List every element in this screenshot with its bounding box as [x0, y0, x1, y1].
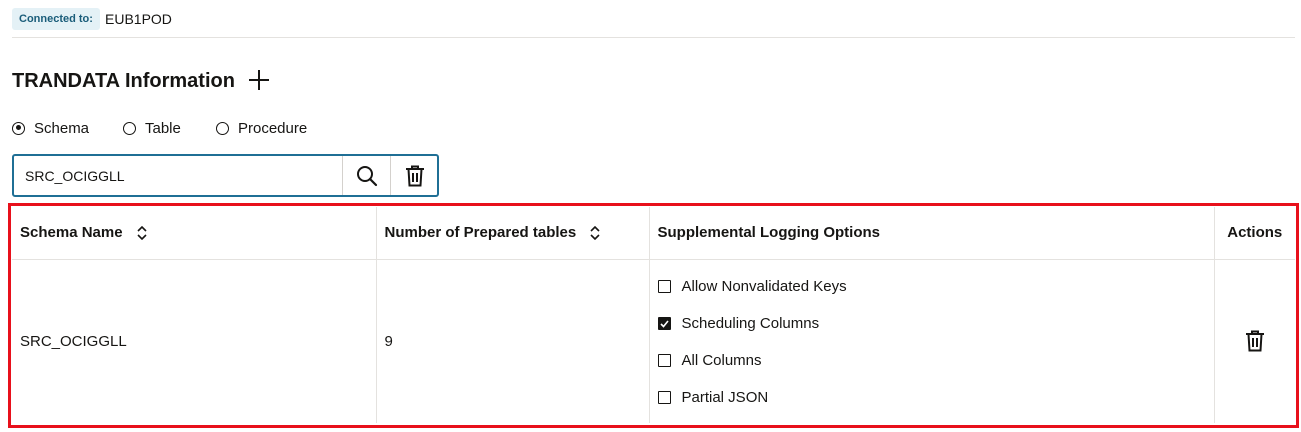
radio-unchecked-icon [123, 121, 136, 135]
radio-label: Schema [34, 119, 90, 137]
connection-value: EUB1POD [105, 11, 172, 27]
connection-label: Connected to: [12, 8, 100, 30]
radio-unchecked-icon [216, 121, 229, 135]
radio-table[interactable]: Table [123, 118, 181, 138]
connection-bar: Connected to: EUB1POD [12, 5, 1295, 38]
page-title: TRANDATA Information [12, 70, 235, 92]
radio-label: Table [145, 119, 181, 137]
magnifier-icon [357, 165, 378, 186]
clear-button[interactable] [390, 156, 439, 195]
plus-icon[interactable] [248, 69, 270, 91]
trash-icon [406, 165, 424, 186]
highlight-box [8, 203, 1299, 428]
radio-schema[interactable]: Schema [12, 118, 89, 138]
search-box [12, 154, 439, 197]
radio-procedure[interactable]: Procedure [216, 118, 307, 138]
radio-label: Procedure [238, 119, 308, 137]
search-input[interactable] [14, 156, 342, 195]
search-button[interactable] [342, 156, 391, 195]
radio-checked-icon [12, 121, 25, 135]
